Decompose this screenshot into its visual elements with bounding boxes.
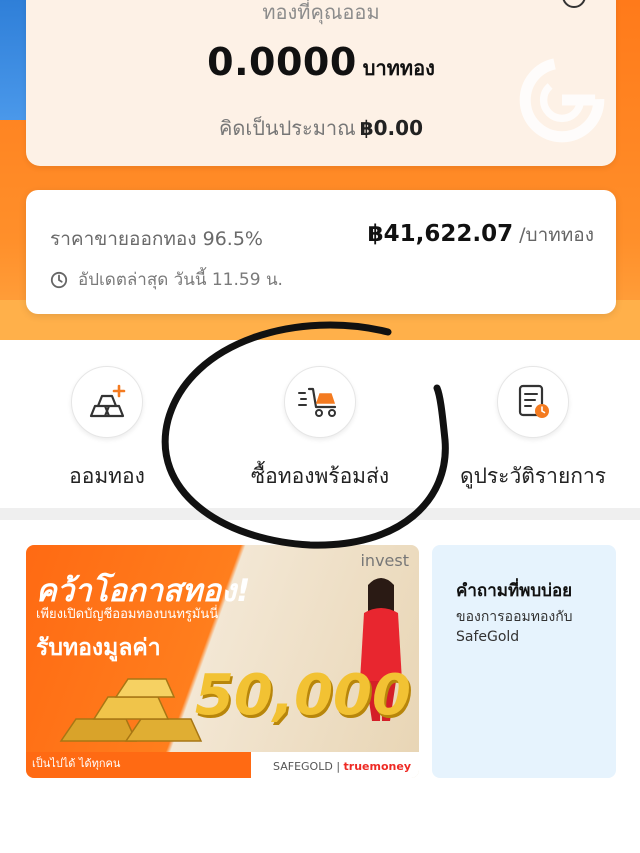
sell-price: ฿41,622.07/บาททอง [368,220,594,250]
promo-note: เป็นไปได้ ได้ทุกคน [32,757,121,770]
safegold-logo-icon [519,57,605,143]
sell-price-card: ราคาขายออกทอง 96.5% ฿41,622.07/บาททอง อั… [26,190,616,314]
action-history-label: ดูประวัติรายการ [459,464,607,488]
approx-label: คิดเป็นประมาณ [219,116,356,140]
savings-caption: ทองที่คุณออม [262,0,380,24]
truemoney-brand: truemoney [343,760,411,773]
gold-bars-add-icon [89,384,126,418]
promo-invest-tag: invest [360,551,409,570]
faq-card[interactable]: คำถามที่พบบ่อย ของการออมทองกับ SafeGold [432,545,616,778]
last-updated-text: อัปเดตล่าสุด วันนี้ 11.59 น. [78,270,283,290]
section-divider [0,508,640,520]
promo-banner[interactable]: invest คว้าโอกาสทอง! เพียงเปิดบัญชีออมทอ… [26,545,419,778]
history-list-icon [518,384,549,418]
action-save-gold-label: ออมทอง [69,464,145,488]
save-gold-icon-circle[interactable] [71,366,143,438]
buy-delivery-icon-circle[interactable] [284,366,356,438]
sell-price-value: ฿41,622.07 [367,221,514,247]
safegold-brand: SAFEGOLD [273,760,333,773]
promo-number: 50,000 [194,663,411,728]
action-buy-delivery[interactable]: ซื้อทองพร้อมส่ง [215,366,425,493]
approx-value: ฿0.00 [359,116,423,140]
sell-price-label: ราคาขายออกทอง 96.5% [50,228,263,250]
action-buy-delivery-label: ซื้อทองพร้อมส่ง [250,464,390,488]
faq-title: คำถามที่พบบ่อย [456,581,573,601]
gold-bars-image [59,678,203,742]
promo-reward: รับทองมูลค่า [36,635,161,661]
savings-card: ทองที่คุณออม i 0.0000บาททอง คิดเป็นประมา… [26,0,616,166]
promo-subtitle: เพียงเปิดบัญชีออมทองบนทรูมันนี่ [36,607,219,622]
faq-description: ของการออมทองกับ SafeGold [456,609,573,645]
last-updated-row: อัปเดตล่าสุด วันนี้ 11.59 น. [50,266,283,293]
gold-amount: 0.0000 [207,40,357,84]
history-icon-circle[interactable] [497,366,569,438]
sell-price-unit: /บาททอง [519,224,594,246]
brand-separator: | [336,760,344,773]
action-history[interactable]: ดูประวัติรายการ [428,366,638,493]
action-save-gold[interactable]: ออมทอง [2,366,212,493]
quick-actions: ออมทอง ซื้อทองพร้อมส่ง ดูประวัติรายการ [0,340,640,510]
gold-amount-unit: บาททอง [362,56,435,80]
delivery-cart-icon [298,387,337,417]
promo-footer: เป็นไปได้ ได้ทุกคน SAFEGOLD | truemoney [26,752,419,778]
promo-brands: SAFEGOLD | truemoney [273,760,411,773]
clock-icon [50,271,68,288]
